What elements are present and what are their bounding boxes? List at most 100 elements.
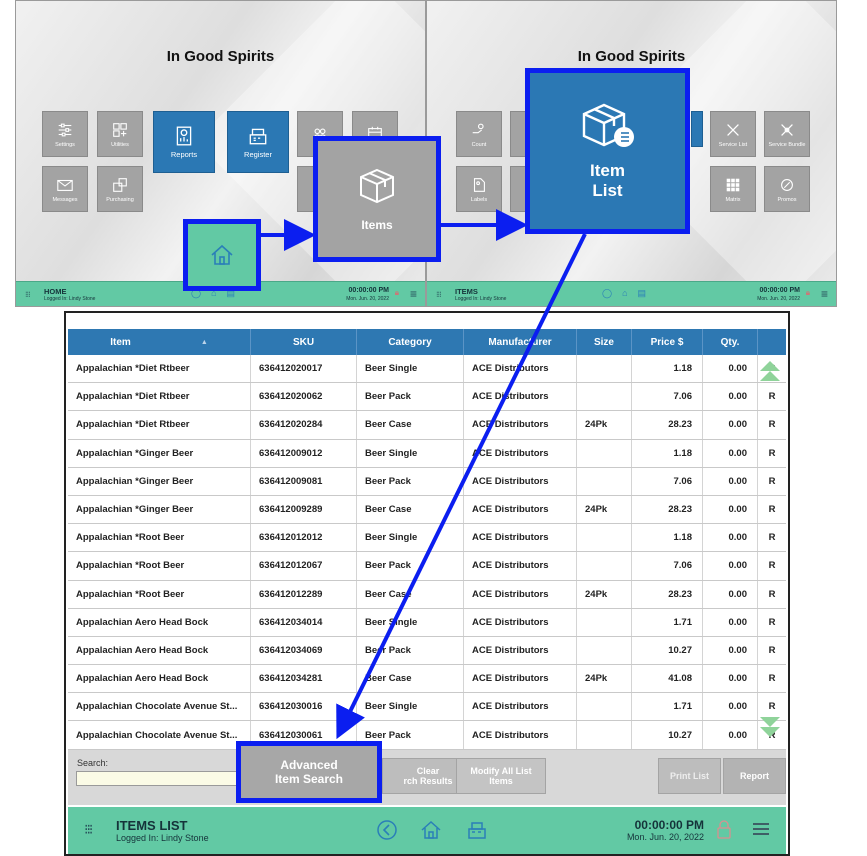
items-table-body: Appalachian *Diet Rtbeer 636412020017 Beer… xyxy=(68,355,786,750)
apps-grid-icon[interactable]: ⁝⁝⁝ xyxy=(25,290,31,299)
item-list-tile-callout[interactable]: Item List xyxy=(525,68,690,234)
back-icon[interactable] xyxy=(376,819,398,841)
register-tile[interactable]: Register xyxy=(227,111,289,173)
cell-price: 1.71 xyxy=(632,693,703,721)
cell-price: 1.18 xyxy=(632,355,703,383)
settings-tile[interactable]: Settings xyxy=(42,111,88,157)
matrix-grid-icon xyxy=(726,178,740,191)
cell-flag: R xyxy=(768,644,776,656)
table-row[interactable]: Appalachian *Root Beer 636412012067 Beer P… xyxy=(68,552,786,581)
search-label: Search: xyxy=(77,758,109,768)
print-list-button[interactable]: Print List xyxy=(658,758,721,794)
cell-qty: 0.00 xyxy=(703,524,758,552)
table-row[interactable]: Appalachian *Diet Rtbeer 636412020284 Beer… xyxy=(68,411,786,440)
box-list-icon xyxy=(582,103,634,147)
table-row[interactable]: Appalachian *Ginger Beer 636412009289 Beer… xyxy=(68,495,786,525)
purchasing-tile[interactable]: Purchasing xyxy=(97,166,143,212)
reports-icon xyxy=(176,126,192,146)
apps-grid-icon[interactable]: ⁝⁝⁝ xyxy=(436,290,442,299)
messages-tile[interactable]: Messages xyxy=(42,166,88,212)
table-row[interactable]: Appalachian *Root Beer 636412012012 Beer S… xyxy=(68,524,786,553)
table-row[interactable]: Appalachian Chocolate Avenue St... 636412… xyxy=(68,721,786,750)
table-row[interactable]: Appalachian *Ginger Beer 636412009081 Beer… xyxy=(68,467,786,496)
home-icon xyxy=(211,244,233,265)
items-table-header: Item ▲ SKU Category Manufacturer Size Pri… xyxy=(68,329,786,355)
cell-manufacturer: ACE Distributors xyxy=(464,580,577,608)
cell-qty: 0.00 xyxy=(703,721,758,749)
service-list-tile[interactable]: Service List xyxy=(710,111,756,157)
modify-all-list-items-button[interactable]: Modify All List Items xyxy=(456,758,546,794)
cell-size xyxy=(577,383,632,411)
column-size-label: Size xyxy=(593,336,614,348)
lock-icon[interactable] xyxy=(716,819,732,839)
hamburger-menu-icon[interactable]: ≡ xyxy=(410,287,417,301)
cell-size xyxy=(577,721,632,749)
cell-size: 24Pk xyxy=(577,665,632,693)
cell-category: Beer Single xyxy=(357,608,464,636)
column-manufacturer-label: Manufacturer xyxy=(488,336,552,348)
utilities-tile[interactable]: Utilities xyxy=(97,111,143,157)
table-row[interactable]: Appalachian *Root Beer 636412012289 Beer C… xyxy=(68,580,786,609)
cell-sku: 636412009289 xyxy=(251,495,357,524)
cell-manufacturer: ACE Distributors xyxy=(464,693,577,721)
table-row[interactable]: Appalachian Chocolate Avenue St... 636412… xyxy=(68,693,786,722)
column-header-sku[interactable]: SKU xyxy=(251,329,357,355)
cell-qty: 0.00 xyxy=(703,580,758,608)
table-row[interactable]: Appalachian *Diet Rtbeer 636412020062 Beer… xyxy=(68,383,786,412)
search-input[interactable] xyxy=(76,771,246,786)
service-bundle-tile-label: Service Bundle xyxy=(768,141,806,148)
cell-sku: 636412020284 xyxy=(251,411,357,439)
cell-flag: R xyxy=(768,391,776,403)
cell-qty: 0.00 xyxy=(703,467,758,495)
cell-category: Beer Single xyxy=(357,524,464,552)
items-nav-icons[interactable]: ◯⌂▤ xyxy=(602,288,656,299)
boxes-icon xyxy=(113,177,127,192)
column-header-manufacturer[interactable]: Manufacturer xyxy=(464,329,577,355)
cell-qty: 0.00 xyxy=(703,608,758,636)
count-tile[interactable]: Count xyxy=(456,111,502,157)
home-button-callout[interactable] xyxy=(183,219,261,291)
blue-tile-partial[interactable] xyxy=(691,111,703,147)
cell-qty: 0.00 xyxy=(703,552,758,580)
service-bundle-tile[interactable]: Service Bundle xyxy=(764,111,810,157)
table-row[interactable]: Appalachian *Diet Rtbeer 636412020017 Beer… xyxy=(68,355,786,384)
cell-category: Beer Single xyxy=(357,693,464,721)
column-item-label: Item xyxy=(110,336,131,348)
cell-qty: 0.00 xyxy=(703,411,758,439)
column-header-size[interactable]: Size xyxy=(577,329,632,355)
cell-size xyxy=(577,467,632,495)
tools-bundle-icon xyxy=(781,123,793,136)
table-row[interactable]: Appalachian Aero Head Bock 636412034014 Be… xyxy=(68,608,786,637)
cell-manufacturer: ACE Distributors xyxy=(464,439,577,467)
lock-icon[interactable]: 🔒︎ xyxy=(395,288,399,298)
column-header-item[interactable]: Item ▲ xyxy=(68,329,251,355)
table-row[interactable]: Appalachian Aero Head Bock 636412034281 Be… xyxy=(68,665,786,694)
table-row[interactable]: Appalachian Aero Head Bock 636412034069 Be… xyxy=(68,636,786,666)
cell-item: Appalachian *Ginger Beer xyxy=(68,439,251,467)
home-icon[interactable] xyxy=(420,819,442,841)
table-row[interactable]: Appalachian *Ginger Beer 636412009012 Beer… xyxy=(68,439,786,468)
promos-tile[interactable]: Promos xyxy=(764,166,810,212)
reports-tile[interactable]: Reports xyxy=(153,111,215,173)
labels-tile[interactable]: Labels xyxy=(456,166,502,212)
cell-qty: 0.00 xyxy=(703,439,758,467)
cell-sku: 636412009081 xyxy=(251,467,357,495)
hamburger-menu-icon[interactable]: ≡ xyxy=(821,287,828,301)
items-tile-callout[interactable]: Items xyxy=(313,136,441,262)
apps-grid-icon[interactable]: ⁝⁝⁝ xyxy=(84,821,93,838)
lock-icon[interactable]: 🔒︎ xyxy=(806,288,810,298)
column-header-qty[interactable]: Qty. xyxy=(703,329,758,355)
advanced-item-search-button[interactable]: Advanced Item Search xyxy=(236,741,382,803)
column-header-price[interactable]: Price $ xyxy=(632,329,703,355)
cell-sku: 636412030016 xyxy=(251,693,357,721)
register-icon[interactable] xyxy=(466,819,488,841)
cell-size xyxy=(577,439,632,467)
cell-category: Beer Case xyxy=(357,411,464,439)
scroll-up-icon[interactable] xyxy=(758,359,782,387)
report-button[interactable]: Report xyxy=(723,758,786,794)
matrix-tile[interactable]: Matrix xyxy=(710,166,756,212)
column-header-category[interactable]: Category xyxy=(357,329,464,355)
hamburger-menu-icon[interactable] xyxy=(752,821,770,837)
scroll-down-icon[interactable] xyxy=(758,713,782,741)
items-status-user: Logged In: Lindy Stone xyxy=(455,296,507,302)
